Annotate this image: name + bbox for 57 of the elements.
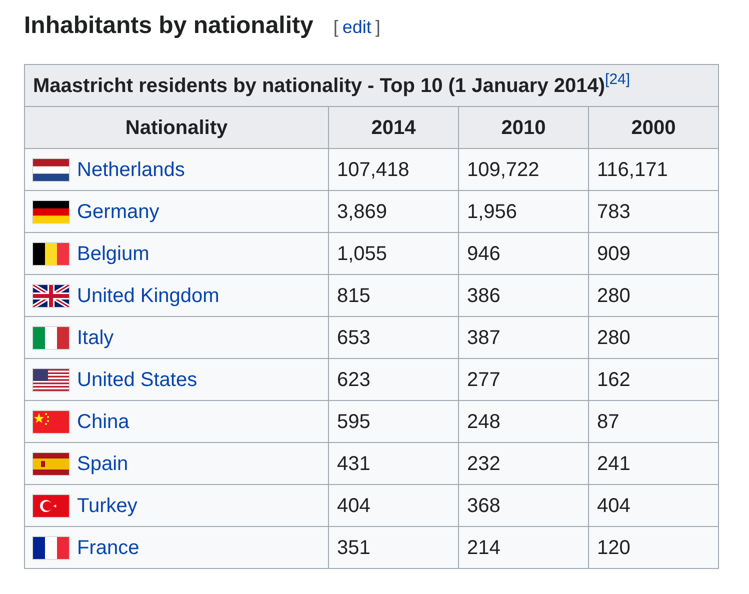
table-cell: 595 bbox=[328, 400, 458, 442]
table-cell: 386 bbox=[458, 274, 588, 316]
column-header: 2000 bbox=[588, 106, 718, 148]
flag-icon bbox=[33, 158, 69, 180]
table-cell: 351 bbox=[328, 526, 458, 568]
table-cell: 248 bbox=[458, 400, 588, 442]
table-cell: 109,722 bbox=[458, 148, 588, 190]
table-cell: 214 bbox=[458, 526, 588, 568]
table-cell: 3,869 bbox=[328, 190, 458, 232]
table-cell: 87 bbox=[588, 400, 718, 442]
flag-icon bbox=[33, 494, 69, 516]
flag-icon bbox=[33, 284, 69, 306]
table-cell: 431 bbox=[328, 442, 458, 484]
flag-icon bbox=[33, 452, 69, 474]
table-cell: 280 bbox=[588, 316, 718, 358]
flag-icon bbox=[33, 200, 69, 222]
table-cell: 162 bbox=[588, 358, 718, 400]
country-link[interactable]: China bbox=[77, 406, 130, 436]
table-cell: 232 bbox=[458, 442, 588, 484]
table-cell: 783 bbox=[588, 190, 718, 232]
table-cell: 815 bbox=[328, 274, 458, 316]
flag-icon bbox=[33, 242, 69, 264]
table-cell: 241 bbox=[588, 442, 718, 484]
table-cell: 1,956 bbox=[458, 190, 588, 232]
edit-link[interactable]: edit bbox=[342, 14, 372, 41]
country-link[interactable]: Turkey bbox=[77, 490, 138, 520]
table-caption: Maastricht residents by nationality - Top 10 (1 January 2014)$^{[24]}$ bbox=[24, 64, 718, 106]
country-link[interactable]: Germany bbox=[77, 196, 160, 226]
table-cell: 107,418 bbox=[328, 148, 458, 190]
table-cell: 368 bbox=[458, 484, 588, 526]
table-cell: 120 bbox=[588, 526, 718, 568]
flag-icon bbox=[33, 410, 69, 432]
table-cell: 280 bbox=[588, 274, 718, 316]
column-header: Nationality bbox=[24, 106, 328, 148]
table-cell: 653 bbox=[328, 316, 458, 358]
column-header: 2010 bbox=[458, 106, 588, 148]
section-heading: Inhabitants by nationality bbox=[24, 11, 314, 41]
country-link[interactable]: France bbox=[77, 532, 140, 562]
country-link[interactable]: Belgium bbox=[77, 238, 150, 268]
country-link[interactable]: Italy bbox=[77, 322, 114, 352]
table-cell: 623 bbox=[328, 358, 458, 400]
flag-icon bbox=[33, 368, 69, 390]
table-cell: 387 bbox=[458, 316, 588, 358]
table-cell: 1,055 bbox=[328, 232, 458, 274]
column-header: 2014 bbox=[328, 106, 458, 148]
table-cell: 277 bbox=[458, 358, 588, 400]
flag-icon bbox=[33, 536, 69, 558]
reference-link[interactable]: [24] bbox=[605, 71, 630, 88]
flag-icon bbox=[33, 326, 69, 348]
table-cell: 404 bbox=[588, 484, 718, 526]
table-cell: 116,171 bbox=[588, 148, 718, 190]
bracket: ] bbox=[375, 16, 380, 39]
table-cell: 909 bbox=[588, 232, 718, 274]
country-link[interactable]: Spain bbox=[77, 448, 128, 478]
bracket: [ bbox=[333, 16, 338, 39]
table-cell: 946 bbox=[458, 232, 588, 274]
table-cell: 404 bbox=[328, 484, 458, 526]
